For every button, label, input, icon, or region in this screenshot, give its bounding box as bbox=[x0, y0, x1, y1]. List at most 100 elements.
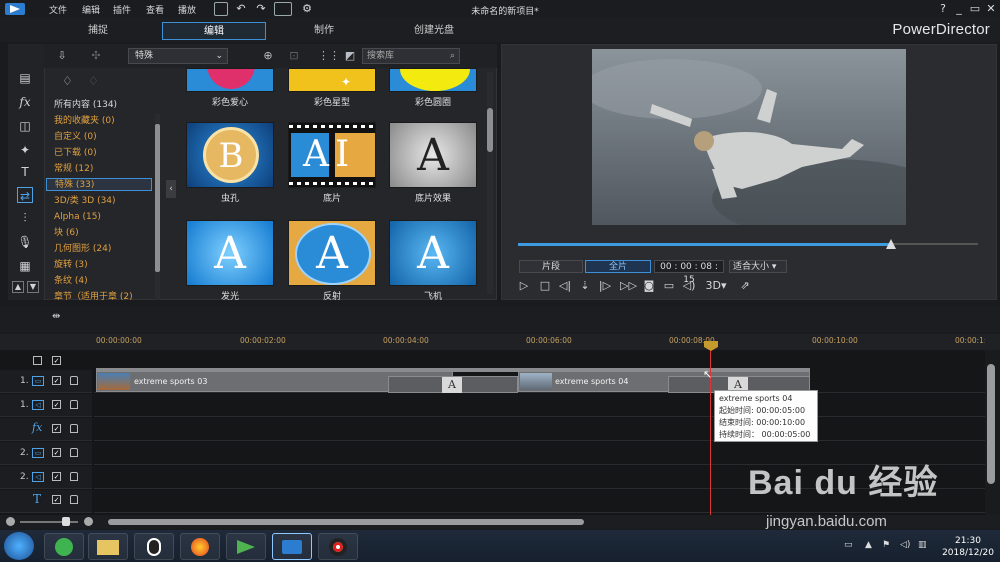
close-icon[interactable]: ✕ bbox=[984, 2, 998, 16]
tray-network-icon[interactable]: ▥ bbox=[918, 540, 927, 550]
scroll-up-icon[interactable]: ▲ bbox=[12, 281, 24, 293]
lock-icon[interactable] bbox=[70, 400, 78, 409]
voice-over-icon[interactable]: 🎙 bbox=[17, 234, 33, 250]
tab-produce[interactable]: 制作 bbox=[284, 22, 364, 40]
tile-thumb-colorful-star[interactable]: ✦ bbox=[288, 68, 376, 92]
taskbar-app-explorer-icon[interactable] bbox=[88, 533, 128, 560]
lock-icon[interactable] bbox=[70, 448, 78, 457]
tile-thumb-film-effect[interactable]: A bbox=[389, 122, 477, 188]
lock-icon[interactable] bbox=[70, 472, 78, 481]
tile-thumb-wormhole[interactable]: B bbox=[186, 122, 274, 188]
import-icon[interactable]: ⇩ bbox=[54, 48, 70, 64]
preview-progress-fill[interactable] bbox=[518, 243, 891, 246]
category-special[interactable]: 特殊 (33) bbox=[46, 178, 152, 191]
tile-scroll-thumb[interactable] bbox=[487, 108, 493, 152]
category-geometric[interactable]: 几何图形 (24) bbox=[54, 243, 111, 256]
view-3d-button[interactable]: 3D▾ bbox=[704, 279, 728, 293]
category-alpha[interactable]: Alpha (15) bbox=[54, 211, 101, 224]
play-icon[interactable]: ▷ bbox=[517, 279, 531, 293]
zoom-in-icon[interactable] bbox=[84, 517, 93, 526]
restore-icon[interactable]: ▭ bbox=[968, 2, 982, 16]
tray-volume-icon[interactable]: ◁) bbox=[900, 540, 910, 550]
save-icon[interactable] bbox=[214, 2, 228, 16]
tile-thumb-film[interactable]: AI bbox=[288, 122, 376, 188]
add-favorite-icon[interactable]: ♢ bbox=[62, 74, 78, 90]
lock-icon[interactable] bbox=[70, 495, 78, 504]
category-3d[interactable]: 3D/类 3D (34) bbox=[54, 195, 116, 208]
taskbar-app-recorder-icon[interactable] bbox=[318, 533, 358, 560]
category-all[interactable]: 所有内容 (134) bbox=[54, 99, 117, 112]
menu-edit[interactable]: 编辑 bbox=[82, 3, 100, 16]
track-enable-checkbox[interactable]: ✓ bbox=[52, 376, 61, 385]
expand-icon[interactable]: ◩ bbox=[342, 48, 358, 64]
taskbar-clock[interactable]: 21:30 2018/12/20 bbox=[942, 535, 994, 559]
tab-create-disc[interactable]: 创建光盘 bbox=[394, 22, 474, 40]
chapter-room-icon[interactable]: ▦ bbox=[17, 258, 33, 274]
category-scroll-thumb[interactable] bbox=[155, 124, 160, 272]
category-stripe[interactable]: 条纹 (4) bbox=[54, 275, 88, 288]
scroll-down-icon[interactable]: ▼ bbox=[27, 281, 39, 293]
tab-edit[interactable]: 编辑 bbox=[162, 22, 266, 40]
track-enable-checkbox[interactable]: ✓ bbox=[52, 448, 61, 457]
undock-icon[interactable]: ⇗ bbox=[738, 279, 752, 293]
category-custom[interactable]: 自定义 (0) bbox=[54, 131, 97, 144]
category-select[interactable]: 特殊 ⌄ bbox=[128, 48, 228, 64]
pip-room-icon[interactable]: ◫ bbox=[17, 118, 33, 134]
minimize-icon[interactable]: _ bbox=[952, 2, 966, 16]
taskbar-app-firefox-icon[interactable] bbox=[180, 533, 220, 560]
category-scrollbar[interactable] bbox=[155, 114, 160, 300]
track-enable-checkbox[interactable]: ✓ bbox=[52, 495, 61, 504]
timeline-vertical-scroll-thumb[interactable] bbox=[987, 364, 995, 484]
tile-thumb-colorful-heart[interactable] bbox=[186, 68, 274, 92]
category-favorites[interactable]: 我的收藏夹 (0) bbox=[54, 115, 115, 128]
next-frame-icon[interactable]: |▷ bbox=[598, 279, 612, 293]
menu-plugins[interactable]: 插件 bbox=[113, 3, 131, 16]
lock-icon[interactable] bbox=[70, 376, 78, 385]
audio-mixing-icon[interactable]: ⫶ bbox=[17, 210, 33, 226]
timeline-horizontal-scroll-thumb[interactable] bbox=[108, 519, 584, 525]
split-icon[interactable]: ⇹ bbox=[52, 311, 68, 325]
start-button-icon[interactable] bbox=[4, 532, 34, 560]
search-input[interactable]: 搜索库 ⌕ bbox=[362, 48, 460, 64]
tray-expand-icon[interactable]: ▲ bbox=[865, 540, 872, 550]
segment-mode-button[interactable]: 片段 bbox=[519, 260, 583, 273]
particle-room-icon[interactable]: ✦ bbox=[17, 142, 33, 158]
collapse-panel-icon[interactable]: ‹ bbox=[166, 180, 176, 198]
title-room-icon[interactable]: T bbox=[17, 164, 33, 180]
preview-progress-track[interactable] bbox=[891, 243, 978, 245]
category-chapter[interactable]: 章节（适用于章 (2) bbox=[54, 291, 133, 300]
snapshot-mark-icon[interactable]: ⇣ bbox=[578, 279, 592, 293]
tile-thumb-colorful-circle[interactable] bbox=[389, 68, 477, 92]
tile-scrollbar[interactable] bbox=[487, 72, 493, 294]
tab-capture[interactable]: 捕捉 bbox=[58, 22, 138, 40]
track-enable-checkbox[interactable]: ✓ bbox=[52, 424, 61, 433]
enable-all-checkbox[interactable]: ✓ bbox=[52, 356, 61, 365]
menu-file[interactable]: 文件 bbox=[49, 3, 67, 16]
subtitle-icon[interactable]: ▭ bbox=[662, 279, 676, 293]
track-row-audio-1[interactable] bbox=[94, 394, 985, 417]
category-block[interactable]: 块 (6) bbox=[54, 227, 79, 240]
taskbar-app-browser-icon[interactable] bbox=[44, 533, 84, 560]
add-to-track-icon[interactable]: ⊕ bbox=[260, 48, 276, 64]
track-row-fx[interactable] bbox=[94, 418, 985, 441]
settings-icon[interactable]: ⚙ bbox=[300, 2, 314, 16]
effect-room-icon[interactable]: fx bbox=[17, 94, 33, 110]
tile-thumb-glow[interactable]: A bbox=[186, 220, 274, 286]
help-icon[interactable]: ? bbox=[936, 2, 950, 16]
fast-forward-icon[interactable]: ▷▷ bbox=[620, 279, 637, 293]
redo-icon[interactable]: ↷ bbox=[254, 2, 268, 16]
aspect-ratio-icon[interactable] bbox=[274, 2, 292, 16]
category-downloaded[interactable]: 已下载 (0) bbox=[54, 147, 97, 160]
track-visibility-all[interactable] bbox=[33, 356, 42, 365]
track-enable-checkbox[interactable]: ✓ bbox=[52, 400, 61, 409]
camera-icon[interactable]: ◙ bbox=[642, 279, 656, 293]
fit-size-select[interactable]: 适合大小 ▾ bbox=[729, 260, 787, 273]
tile-thumb-airplane[interactable]: A bbox=[389, 220, 477, 286]
undo-icon[interactable]: ↶ bbox=[234, 2, 248, 16]
tray-flag-icon[interactable]: ⚑ bbox=[882, 540, 890, 550]
category-general[interactable]: 常规 (12) bbox=[54, 163, 93, 176]
stop-icon[interactable]: □ bbox=[538, 279, 552, 293]
menu-view[interactable]: 查看 bbox=[146, 3, 164, 16]
category-rotate[interactable]: 旋转 (3) bbox=[54, 259, 88, 272]
grid-view-icon[interactable]: ⋮⋮ bbox=[318, 48, 340, 64]
